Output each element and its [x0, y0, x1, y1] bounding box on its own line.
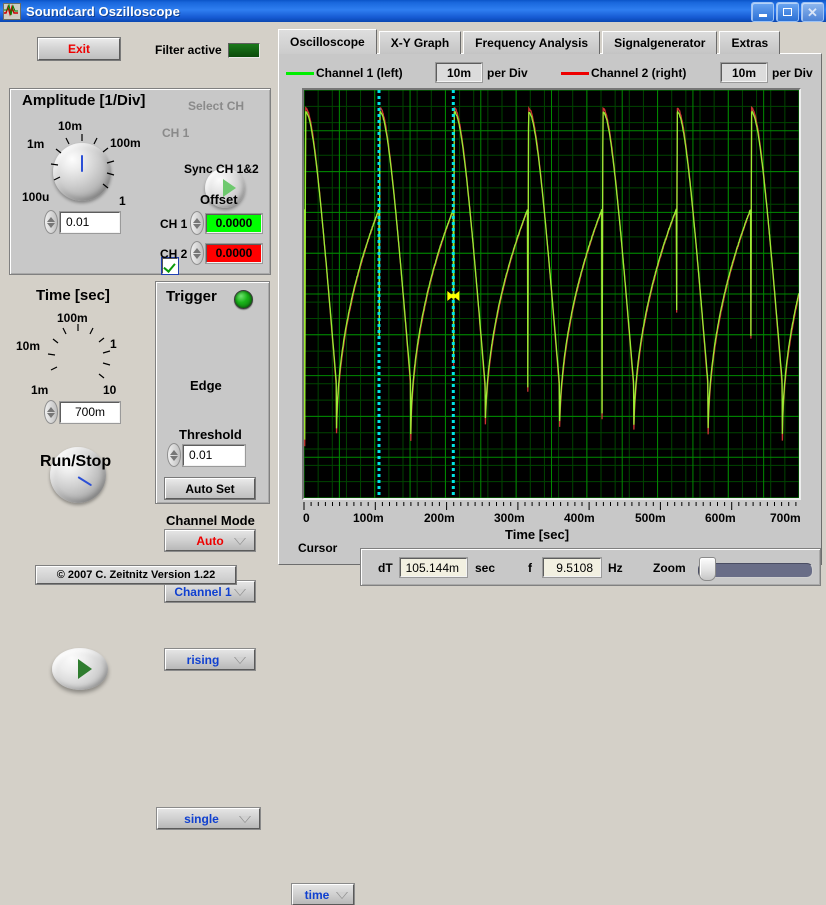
- xtick-600m: 600m: [705, 511, 736, 525]
- amplitude-value-control[interactable]: 0.01: [44, 210, 120, 234]
- maximize-button[interactable]: [776, 2, 799, 22]
- trigger-mode-dropdown[interactable]: Auto: [165, 530, 255, 551]
- window-controls: ✕: [751, 2, 824, 22]
- tab-strip: Oscilloscope X-Y Graph Frequency Analysi…: [278, 29, 782, 54]
- amplitude-stepper[interactable]: [44, 210, 58, 234]
- f-unit: Hz: [608, 561, 623, 575]
- tab-xy-graph[interactable]: X-Y Graph: [379, 31, 461, 54]
- threshold-input[interactable]: 0.01: [183, 445, 245, 466]
- channel2-per-div-label: per Div: [772, 66, 813, 80]
- zoom-label: Zoom: [653, 561, 686, 575]
- offset-ch1-stepper[interactable]: [190, 211, 204, 235]
- run-stop-title: Run/Stop: [40, 453, 111, 471]
- amplitude-tick-1: 1: [119, 194, 126, 208]
- dt-label: dT: [378, 561, 393, 575]
- select-ch-value: CH 1: [162, 126, 189, 140]
- tab-signalgenerator[interactable]: Signalgenerator: [602, 31, 717, 54]
- time-input[interactable]: 700m: [60, 402, 120, 423]
- amplitude-title: Amplitude [1/Div]: [22, 92, 145, 109]
- xtick-700m: 700m: [770, 511, 801, 525]
- time-value-control[interactable]: 700m: [44, 400, 120, 424]
- oscilloscope-plot[interactable]: [302, 88, 801, 500]
- offset-title: Offset: [200, 192, 238, 207]
- dt-unit: sec: [475, 561, 495, 575]
- offset-ch1-control[interactable]: 0.0000: [190, 211, 262, 235]
- trigger-edge-dropdown[interactable]: rising: [165, 649, 255, 670]
- xtick-200m: 200m: [424, 511, 455, 525]
- xtick-400m: 400m: [564, 511, 595, 525]
- xtick-0: 0: [303, 511, 310, 525]
- title-bar: Soundcard Oszilloscope ✕: [0, 0, 826, 22]
- channel1-label: Channel 1 (left): [316, 66, 403, 80]
- offset-ch1-input[interactable]: 0.0000: [206, 214, 262, 233]
- xtick-500m: 500m: [635, 511, 666, 525]
- offset-ch2-input[interactable]: 0.0000: [206, 244, 262, 263]
- time-title: Time [sec]: [36, 287, 110, 304]
- chevron-down-icon: [336, 892, 348, 899]
- channel2-per-div-input[interactable]: 10m: [721, 63, 767, 82]
- offset-ch2-label: CH 2: [160, 247, 187, 261]
- amplitude-input[interactable]: 0.01: [60, 212, 120, 233]
- cursor-label: Cursor: [298, 541, 337, 555]
- x-axis-ruler: [302, 502, 801, 511]
- channel-mode-label: Channel Mode: [166, 513, 255, 528]
- chevron-down-icon: [234, 657, 246, 664]
- run-stop-button[interactable]: [52, 648, 108, 690]
- trigger-title: Trigger: [166, 288, 217, 305]
- f-value: 9.5108: [543, 558, 601, 577]
- amplitude-tick-1m: 1m: [27, 137, 44, 151]
- channel2-label: Channel 2 (right): [591, 66, 686, 80]
- trigger-led: [234, 290, 253, 309]
- zoom-slider-thumb[interactable]: [699, 557, 716, 581]
- tab-frequency-analysis[interactable]: Frequency Analysis: [463, 31, 600, 54]
- tab-extras[interactable]: Extras: [719, 31, 780, 54]
- trigger-channel-dropdown[interactable]: Channel 1: [165, 581, 255, 602]
- chevron-down-icon: [239, 816, 251, 823]
- window-title: Soundcard Oszilloscope: [26, 4, 180, 19]
- amplitude-tick-10m: 10m: [58, 119, 82, 133]
- waveform-canvas: [304, 90, 799, 498]
- waveform-icon: [3, 3, 21, 20]
- time-stepper[interactable]: [44, 400, 58, 424]
- sync-ch-label: Sync CH 1&2: [184, 162, 259, 176]
- auto-set-button[interactable]: Auto Set: [165, 478, 255, 499]
- channel1-per-div-label: per Div: [487, 66, 528, 80]
- time-tick-1m: 1m: [31, 383, 48, 397]
- offset-ch2-stepper[interactable]: [190, 241, 204, 265]
- time-tick-10m: 10m: [16, 339, 40, 353]
- channel1-per-div-input[interactable]: 10m: [436, 63, 482, 82]
- amplitude-tick-100m: 100m: [110, 136, 141, 150]
- exit-button[interactable]: Exit: [38, 38, 120, 60]
- time-tick-100m: 100m: [57, 311, 88, 325]
- dt-value: 105.144m: [400, 558, 467, 577]
- cursor-mode-dropdown[interactable]: time: [292, 884, 354, 905]
- threshold-control[interactable]: 0.01: [167, 443, 245, 467]
- offset-ch1-label: CH 1: [160, 217, 187, 231]
- time-tick-10: 10: [103, 383, 116, 397]
- channel-mode-dropdown[interactable]: single: [157, 808, 260, 829]
- threshold-label: Threshold: [179, 427, 242, 442]
- time-tick-1: 1: [110, 337, 117, 351]
- filter-active-indicator: [228, 43, 260, 58]
- f-label: f: [528, 561, 532, 575]
- tab-oscilloscope[interactable]: Oscilloscope: [278, 29, 377, 54]
- channel2-color-swatch: [561, 72, 589, 75]
- select-ch-label: Select CH: [188, 99, 244, 113]
- close-icon[interactable]: ✕: [801, 2, 824, 22]
- xtick-100m: 100m: [353, 511, 384, 525]
- copyright-label: © 2007 C. Zeitnitz Version 1.22: [36, 566, 236, 584]
- amplitude-tick-100u: 100u: [22, 190, 49, 204]
- chevron-down-icon: [234, 538, 246, 545]
- threshold-stepper[interactable]: [167, 443, 181, 467]
- xtick-300m: 300m: [494, 511, 525, 525]
- filter-active-label: Filter active: [155, 43, 222, 57]
- channel1-color-swatch: [286, 72, 314, 75]
- app-window: Soundcard Oszilloscope ✕ Exit Filter act…: [0, 0, 826, 587]
- x-axis-title: Time [sec]: [505, 527, 569, 542]
- minimize-button[interactable]: [751, 2, 774, 22]
- edge-label: Edge: [190, 378, 222, 393]
- offset-ch2-control[interactable]: 0.0000: [190, 241, 262, 265]
- chevron-down-icon: [234, 589, 246, 596]
